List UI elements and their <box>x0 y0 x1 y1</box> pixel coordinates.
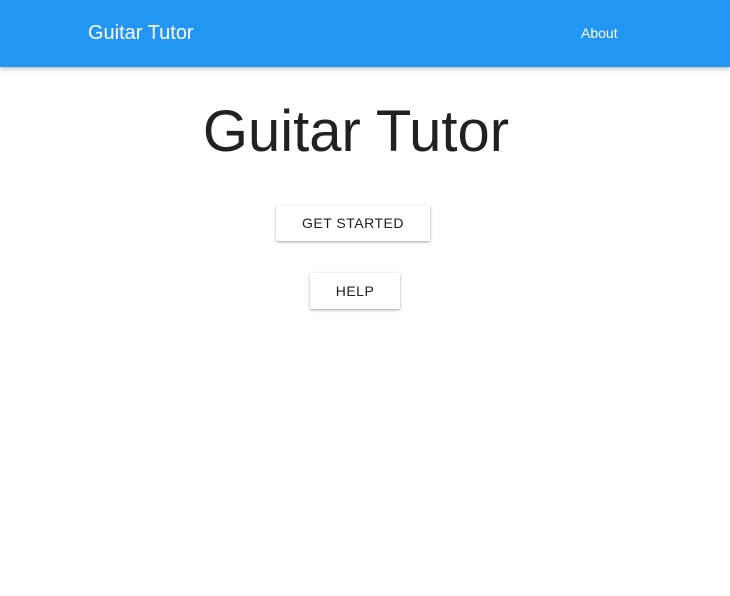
nav-link-about[interactable]: About <box>581 24 618 42</box>
get-started-button[interactable]: GET STARTED <box>276 205 430 241</box>
page-title: Guitar Tutor <box>202 99 510 164</box>
app-title[interactable]: Guitar Tutor <box>88 20 194 46</box>
app-bar: Guitar Tutor About <box>0 0 730 67</box>
main-content: Guitar Tutor GET STARTED HELP <box>0 67 730 596</box>
help-button[interactable]: HELP <box>310 273 400 309</box>
